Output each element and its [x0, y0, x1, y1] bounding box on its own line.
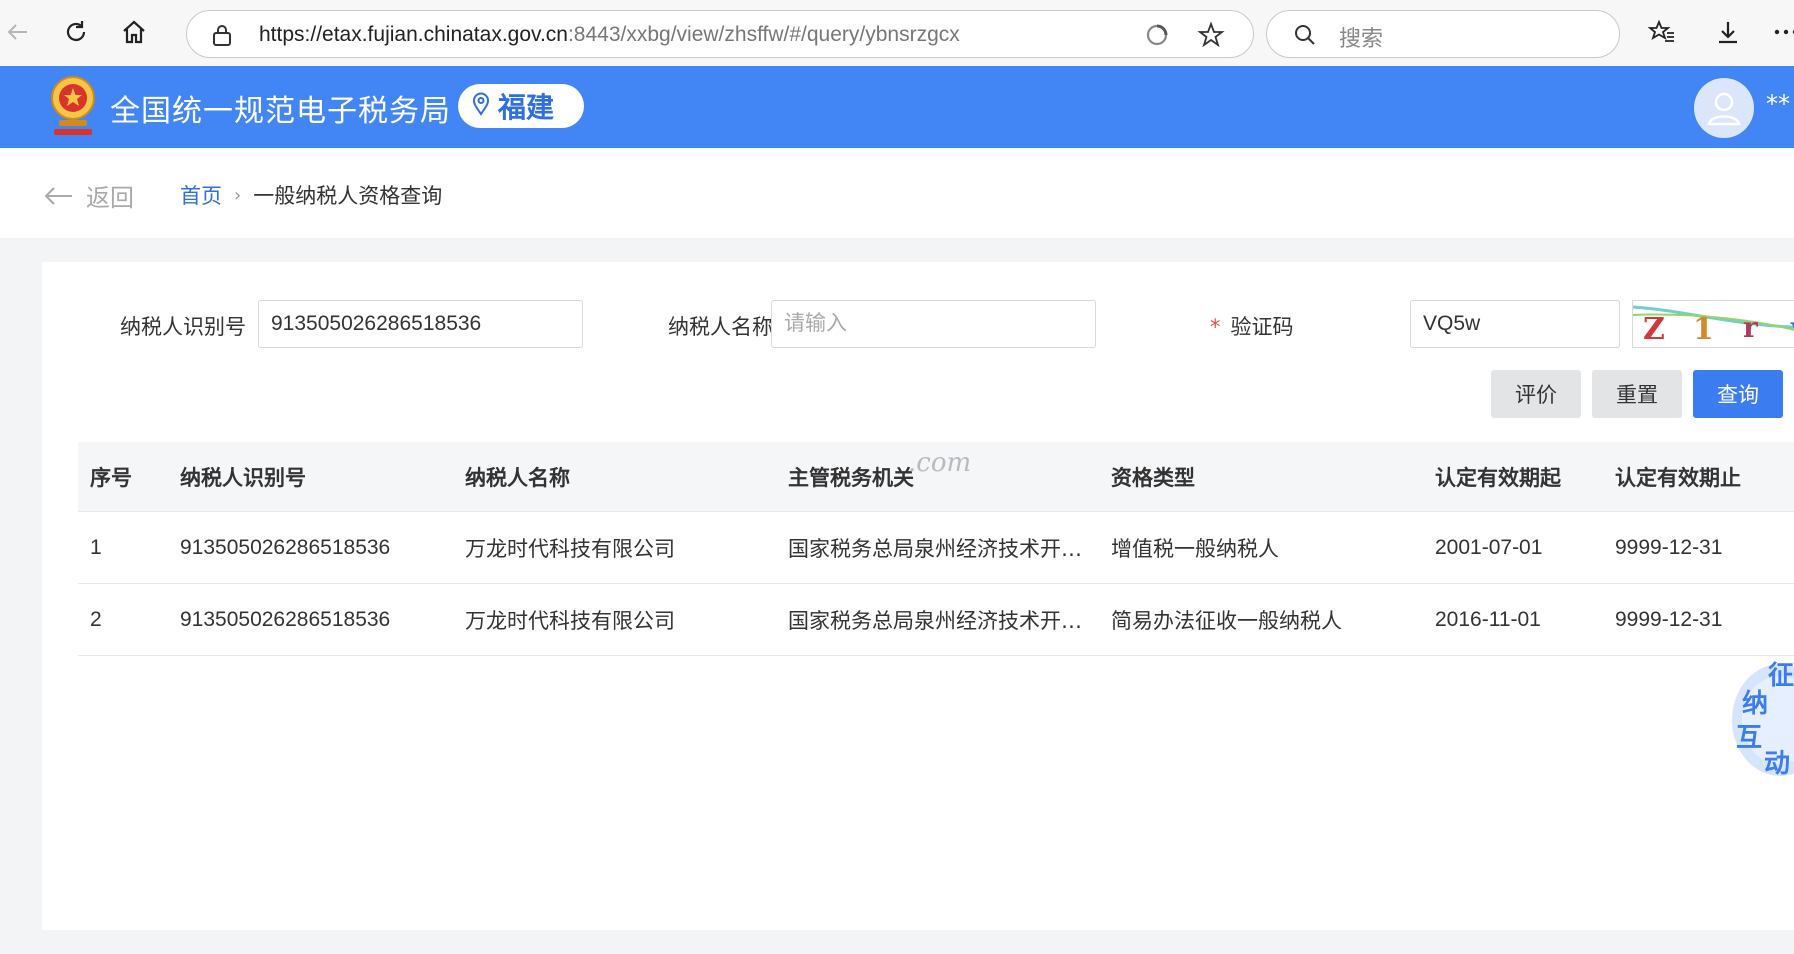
taxpayer-id-cell: 913505026286518536	[180, 535, 391, 559]
breadcrumb-bar: 返回 首页 › 一般纳税人资格查询	[0, 148, 1794, 238]
home-icon[interactable]	[116, 14, 152, 50]
location-pin-icon	[472, 92, 490, 120]
svg-text:v: v	[1790, 311, 1794, 344]
column-header: 序号	[90, 465, 132, 490]
column-header: 认定有效期止	[1615, 465, 1741, 490]
svg-text:纳: 纳	[1742, 688, 1768, 719]
avatar[interactable]	[1694, 78, 1754, 138]
column-header: 资格类型	[1111, 465, 1195, 490]
site-title: 全国统一规范电子税务局	[110, 94, 451, 129]
back-label: 返回	[86, 184, 134, 212]
breadcrumb-home[interactable]: 首页	[180, 180, 222, 210]
browser-toolbar: https://etax.fujian.chinatax.gov.cn:8443…	[0, 0, 1794, 66]
user-name[interactable]: **	[1766, 90, 1790, 118]
star-icon[interactable]	[1197, 21, 1225, 53]
required-mark: *	[1210, 315, 1221, 339]
chevron-right-icon: ›	[234, 184, 242, 206]
url-path: :8443/xxbg/view/zhsffw/#/query/ybnsrzgcx	[567, 23, 960, 46]
column-header: 主管税务机关	[788, 465, 914, 490]
tax-authority-cell: 国家税务总局泉州经济技术开…	[788, 608, 1082, 633]
lock-icon[interactable]	[211, 23, 233, 51]
breadcrumb: 首页 › 一般纳税人资格查询	[180, 180, 442, 210]
site-header: 全国统一规范电子税务局 福建 **	[0, 66, 1794, 148]
column-header: 纳税人名称	[465, 465, 570, 490]
svg-text:互: 互	[1736, 723, 1762, 753]
taxpayer-id-cell: 913505026286518536	[180, 607, 391, 631]
back-button[interactable]: 返回	[44, 178, 134, 213]
query-card: 纳税人识别号 913505026286518536 纳税人名称 请输入 * 验证码…	[42, 262, 1794, 930]
url-host: https://etax.fujian.chinatax.gov.cn	[259, 23, 568, 46]
address-bar[interactable]: https://etax.fujian.chinatax.gov.cn:8443…	[186, 10, 1254, 58]
query-button[interactable]: 查询	[1693, 370, 1783, 418]
back-icon[interactable]	[0, 14, 36, 50]
valid-to-cell: 9999-12-31	[1615, 607, 1723, 631]
row-index: 2	[90, 607, 102, 631]
tax-emblem-icon	[46, 74, 100, 138]
browser-search-box[interactable]: 搜索	[1266, 10, 1620, 58]
interaction-badge[interactable]: 纳 互 征 动	[1728, 660, 1794, 780]
captcha-input[interactable]: VQ5w	[1410, 300, 1620, 348]
column-header: 纳税人识别号	[180, 465, 306, 490]
region-selector[interactable]: 福建	[458, 84, 584, 128]
taxpayer-name-cell: 万龙时代科技有限公司	[465, 536, 675, 561]
row-index: 1	[90, 535, 102, 559]
column-header: 认定有效期起	[1435, 465, 1561, 490]
reload-icon[interactable]	[58, 14, 94, 50]
browser-search-placeholder: 搜索	[1339, 27, 1384, 52]
captcha-image[interactable]: Z 1 r v	[1632, 300, 1794, 348]
svg-text:征: 征	[1768, 661, 1794, 691]
url-text: https://etax.fujian.chinatax.gov.cn:8443…	[259, 23, 960, 47]
reset-button[interactable]: 重置	[1592, 370, 1682, 418]
evaluate-button[interactable]: 评价	[1491, 370, 1581, 418]
table-row[interactable]: 1 913505026286518536 万龙时代科技有限公司 国家税务总局泉州…	[78, 512, 1794, 584]
search-icon	[1293, 23, 1317, 51]
taxpayer-name-cell: 万龙时代科技有限公司	[465, 608, 675, 633]
qualification-type-cell: 增值税一般纳税人	[1111, 536, 1279, 561]
region-label: 福建	[498, 91, 555, 124]
taxpayer-id-label: 纳税人识别号	[120, 315, 246, 339]
breadcrumb-current: 一般纳税人资格查询	[253, 184, 443, 208]
taxpayer-id-input[interactable]: 913505026286518536	[258, 300, 583, 348]
captcha-label-text: 验证码	[1230, 315, 1294, 339]
favorites-icon[interactable]	[1644, 14, 1680, 50]
tax-authority-cell: 国家税务总局泉州经济技术开…	[788, 536, 1082, 561]
watermark: .com	[908, 448, 972, 478]
captcha-label: * 验证码	[1210, 311, 1294, 341]
download-icon[interactable]	[1710, 14, 1746, 50]
refresh-app-icon[interactable]	[1143, 21, 1171, 53]
more-icon[interactable]	[1768, 14, 1794, 50]
svg-text:1: 1	[1693, 312, 1714, 347]
valid-to-cell: 9999-12-31	[1615, 535, 1723, 559]
valid-from-cell: 2001-07-01	[1435, 535, 1543, 559]
arrow-left-icon	[44, 186, 72, 205]
svg-text:动: 动	[1764, 749, 1790, 779]
svg-text:r: r	[1743, 311, 1759, 344]
svg-text:Z: Z	[1643, 312, 1665, 347]
valid-from-cell: 2016-11-01	[1435, 607, 1541, 631]
qualification-type-cell: 简易办法征收一般纳税人	[1111, 608, 1342, 633]
table-row[interactable]: 2 913505026286518536 万龙时代科技有限公司 国家税务总局泉州…	[78, 584, 1794, 656]
taxpayer-name-input[interactable]: 请输入	[771, 300, 1096, 348]
taxpayer-name-label: 纳税人名称	[668, 315, 773, 339]
